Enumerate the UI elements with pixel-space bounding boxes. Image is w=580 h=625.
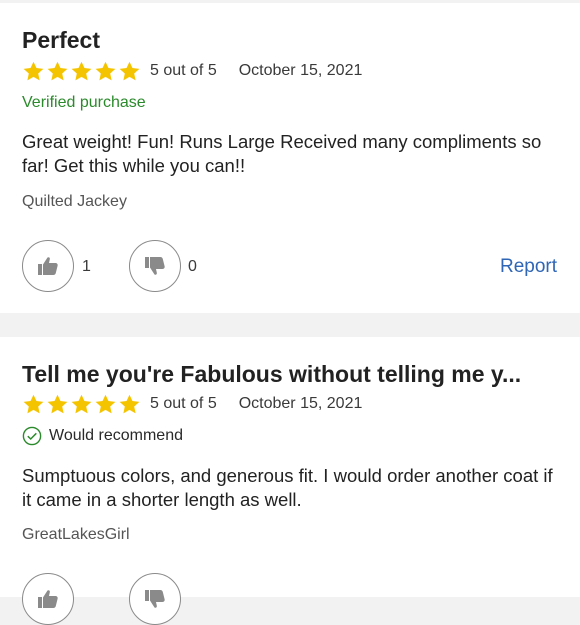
review-title: Tell me you're Fabulous without telling … bbox=[22, 361, 522, 387]
check-circle-icon bbox=[22, 426, 42, 446]
thumbs-down-icon bbox=[145, 590, 165, 608]
star-icon bbox=[95, 394, 116, 413]
star-icon bbox=[71, 61, 92, 80]
star-rating bbox=[22, 393, 141, 416]
verified-purchase-badge: Verified purchase bbox=[22, 94, 146, 111]
star-icon bbox=[47, 394, 68, 413]
review-body: Sumptuous colors, and generous fit. I wo… bbox=[22, 465, 553, 510]
review-title: Perfect bbox=[22, 27, 100, 53]
star-icon bbox=[95, 61, 116, 80]
thumbs-up-icon bbox=[38, 257, 58, 275]
rating-text: 5 out of 5 bbox=[150, 62, 217, 79]
star-icon bbox=[23, 394, 44, 413]
unhelpful-count: 0 bbox=[188, 258, 197, 275]
would-recommend-badge: Would recommend bbox=[22, 426, 183, 446]
rating-row: 5 out of 5 October 15, 2021 bbox=[22, 59, 362, 83]
star-rating bbox=[22, 60, 141, 83]
unhelpful-button[interactable] bbox=[129, 240, 181, 292]
star-icon bbox=[71, 394, 92, 413]
review-card: Perfect 5 out of 5 October 15, 2021 Veri… bbox=[0, 3, 580, 313]
review-author: Quilted Jackey bbox=[22, 193, 127, 210]
thumbs-up-icon bbox=[38, 590, 58, 608]
review-body: Great weight! Fun! Runs Large Received m… bbox=[22, 131, 542, 176]
rating-text: 5 out of 5 bbox=[150, 395, 217, 412]
rating-row: 5 out of 5 October 15, 2021 bbox=[22, 392, 362, 416]
star-icon bbox=[119, 394, 140, 413]
star-icon bbox=[119, 61, 140, 80]
helpful-button[interactable] bbox=[22, 573, 74, 625]
unhelpful-button[interactable] bbox=[129, 573, 181, 625]
star-icon bbox=[47, 61, 68, 80]
report-link[interactable]: Report bbox=[500, 256, 557, 278]
review-author: GreatLakesGirl bbox=[22, 526, 130, 543]
would-recommend-label: Would recommend bbox=[49, 427, 183, 444]
review-date: October 15, 2021 bbox=[238, 62, 363, 79]
helpful-button[interactable] bbox=[22, 240, 74, 292]
review-card: Tell me you're Fabulous without telling … bbox=[0, 337, 580, 625]
thumbs-down-icon bbox=[145, 257, 165, 275]
helpful-count: 1 bbox=[82, 258, 91, 275]
review-date: October 15, 2021 bbox=[238, 395, 363, 412]
star-icon bbox=[23, 61, 44, 80]
